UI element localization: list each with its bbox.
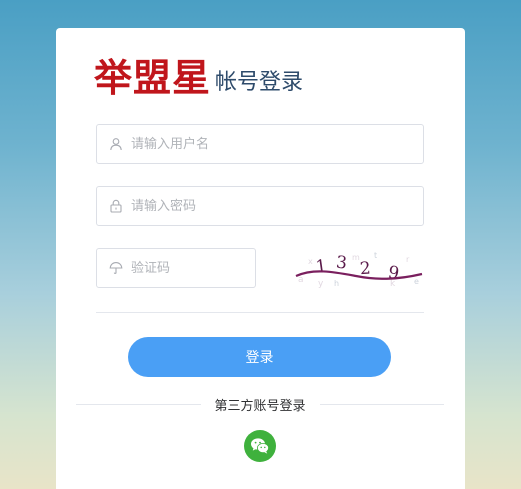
svg-text:h: h xyxy=(334,279,339,288)
captcha-image[interactable]: a x y m k r h t e 1 3 2 9 xyxy=(294,246,424,290)
lock-icon xyxy=(109,199,123,213)
divider-line-left xyxy=(76,403,201,405)
username-field[interactable] xyxy=(96,124,424,164)
third-party-divider: 第三方账号登录 xyxy=(76,394,445,414)
third-party-label: 第三方账号登录 xyxy=(214,398,306,414)
login-button[interactable]: 登录 xyxy=(128,337,391,377)
password-field[interactable] xyxy=(96,186,424,226)
wechat-icon xyxy=(250,437,270,455)
svg-text:a: a xyxy=(298,275,304,285)
brand-name: 举盟星 xyxy=(94,55,212,100)
user-icon xyxy=(109,137,123,151)
username-input[interactable] xyxy=(131,125,423,163)
login-card: 举盟星 帐号登录 请输入用户名 验证码 a x y m k r h t e 1 … xyxy=(56,28,465,489)
svg-text:y: y xyxy=(318,279,324,289)
captcha-input[interactable] xyxy=(131,249,255,287)
svg-text:t: t xyxy=(374,251,377,260)
captcha-char-1: 1 xyxy=(315,256,329,277)
page-title: 帐号登录 xyxy=(215,70,304,95)
svg-text:r: r xyxy=(406,255,410,264)
wechat-login-button[interactable] xyxy=(244,430,276,462)
logo: 举盟星 帐号登录 xyxy=(94,52,303,100)
divider-line-right xyxy=(319,403,445,405)
captcha-field[interactable] xyxy=(96,248,256,288)
form-divider xyxy=(96,312,424,313)
svg-text:x: x xyxy=(308,257,313,266)
captcha-char-2: 3 xyxy=(335,253,348,274)
captcha-char-4: 9 xyxy=(386,262,400,284)
password-input[interactable] xyxy=(131,187,423,225)
umbrella-icon xyxy=(109,261,123,275)
svg-text:e: e xyxy=(414,277,419,286)
